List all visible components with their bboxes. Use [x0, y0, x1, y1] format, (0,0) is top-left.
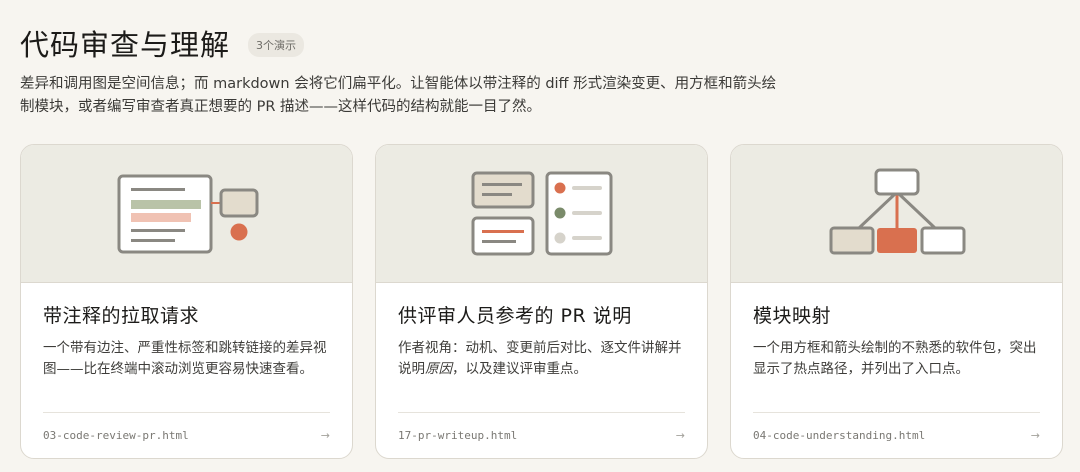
card-footer: 04-code-understanding.html →	[753, 412, 1040, 458]
card-filename[interactable]: 17-pr-writeup.html	[398, 429, 517, 442]
card-filename[interactable]: 04-code-understanding.html	[753, 429, 925, 442]
card-description: 一个用方框和箭头绘制的不熟悉的软件包，突出显示了热点路径，并列出了入口点。	[753, 340, 1037, 377]
demo-card-pr-writeup[interactable]: 供评审人员参考的 PR 说明 作者视角：动机、变更前后对比、逐文件讲解并说明原因…	[375, 144, 708, 459]
section-description: 差异和调用图是空间信息；而 markdown 会将它们扁平化。让智能体以带注释的…	[20, 76, 777, 115]
card-title: 带注释的拉取请求	[43, 305, 200, 327]
card-filename[interactable]: 03-code-review-pr.html	[43, 429, 189, 442]
demo-card-annotated-pr[interactable]: 带注释的拉取请求 一个带有边注、严重性标签和跳转链接的差异视图——比在终端中滚动…	[20, 144, 353, 459]
card-title: 模块映射	[753, 305, 832, 327]
demo-cards: 带注释的拉取请求 一个带有边注、严重性标签和跳转链接的差异视图——比在终端中滚动…	[20, 144, 1063, 459]
demo-count-badge: 3个演示	[248, 33, 305, 57]
annotated-diff-illustration	[21, 145, 352, 283]
card-description: 一个带有边注、严重性标签和跳转链接的差异视图——比在终端中滚动浏览更容易快速查看…	[43, 340, 327, 377]
demo-card-module-map[interactable]: 模块映射 一个用方框和箭头绘制的不熟悉的软件包，突出显示了热点路径，并列出了入口…	[730, 144, 1063, 459]
section-header: 代码审查与理解 3个演示	[20, 22, 305, 64]
card-footer: 17-pr-writeup.html →	[398, 412, 685, 458]
arrow-right-icon[interactable]: →	[676, 429, 685, 442]
arrow-right-icon[interactable]: →	[1031, 429, 1040, 442]
card-footer: 03-code-review-pr.html →	[43, 412, 330, 458]
arrow-right-icon[interactable]: →	[321, 429, 330, 442]
page-title: 代码审查与理解	[20, 28, 231, 62]
module-map-illustration	[731, 145, 1062, 283]
card-title: 供评审人员参考的 PR 说明	[398, 305, 632, 327]
card-description: 作者视角：动机、变更前后对比、逐文件讲解并说明原因，以及建议评审重点。	[398, 340, 682, 377]
pr-writeup-illustration	[376, 145, 707, 283]
